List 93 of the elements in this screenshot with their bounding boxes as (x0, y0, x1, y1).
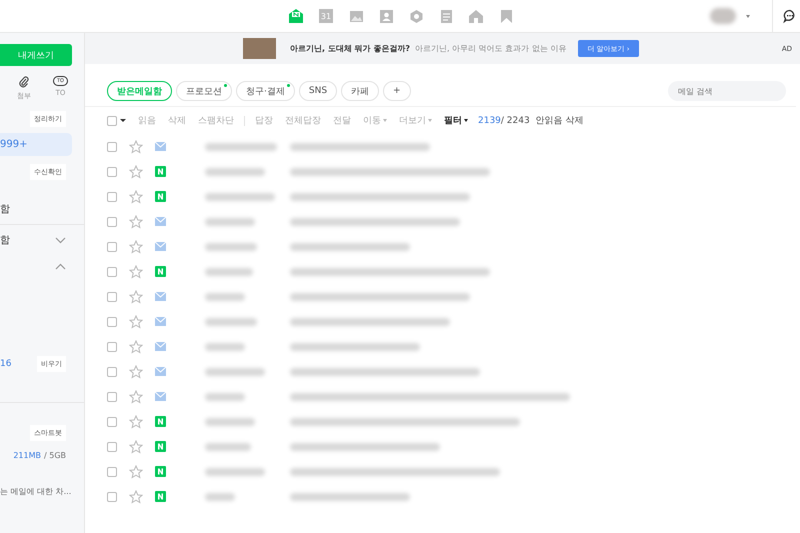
star-icon[interactable] (129, 364, 143, 378)
star-icon[interactable] (129, 214, 143, 228)
star-icon[interactable] (129, 264, 143, 278)
envelope-icon (155, 367, 166, 376)
blurred-sender (205, 268, 253, 276)
photo-app-button[interactable] (348, 8, 364, 24)
row-checkbox[interactable] (107, 492, 117, 502)
select-all-checkbox[interactable] (107, 116, 117, 126)
bookmark-app-button[interactable] (498, 8, 514, 24)
paperclip-icon (18, 76, 30, 88)
blurred-sender (205, 142, 277, 150)
star-icon[interactable] (129, 164, 143, 178)
mailbox-tab[interactable]: + (383, 81, 411, 101)
envelope-icon (155, 217, 166, 226)
folder-item[interactable]: 함 (0, 180, 84, 224)
star-icon[interactable] (129, 464, 143, 478)
row-checkbox[interactable] (107, 392, 117, 402)
star-icon[interactable] (129, 440, 143, 454)
mailbox-tab[interactable]: SNS (298, 81, 338, 101)
home-app-button[interactable] (468, 8, 484, 24)
toolbar-button[interactable]: 필터 (438, 114, 474, 127)
row-checkbox[interactable] (107, 342, 117, 352)
contacts-app-button[interactable] (378, 8, 394, 24)
row-checkbox[interactable] (107, 416, 117, 426)
row-checkbox[interactable] (107, 366, 117, 376)
blurred-sender (205, 292, 245, 300)
blurred-sender (205, 342, 245, 350)
envelope-icon (155, 342, 166, 351)
row-checkbox[interactable] (107, 316, 117, 326)
n-logo-icon (155, 191, 166, 202)
blurred-sender (205, 368, 265, 376)
blurred-sender (205, 318, 257, 326)
row-checkbox[interactable] (107, 242, 117, 252)
storage-used: 211MB (13, 451, 41, 460)
n-logo-icon (155, 266, 166, 277)
unread-count: 2139 (478, 116, 501, 126)
blurred-sender (205, 242, 257, 250)
n-logo-icon (155, 466, 166, 477)
notice-text[interactable]: 는 메일에 대한 차... (0, 486, 84, 497)
row-checkbox[interactable] (107, 192, 117, 202)
chevron-icon[interactable] (55, 236, 66, 244)
hex-app-button[interactable] (408, 8, 424, 24)
star-icon[interactable] (129, 340, 143, 354)
chat-icon[interactable] (772, 0, 797, 32)
n-logo-icon (155, 416, 166, 427)
delete-unread-button[interactable]: 안읽음 삭제 (530, 114, 590, 127)
photo-placeholder (243, 38, 276, 59)
envelope-icon (155, 392, 166, 401)
blurred-sender (205, 218, 255, 226)
mailbox-tab[interactable]: 청구·결제 (236, 81, 295, 101)
blurred-sender (205, 392, 245, 400)
storage-total: / 5GB (44, 451, 66, 460)
blurred-sender (205, 192, 275, 200)
ad-text: 아르기닌, 아무리 먹어도 효과가 없는 이유 (415, 43, 566, 54)
blurred-sender (205, 442, 251, 450)
blurred-sender (205, 492, 235, 500)
star-icon[interactable] (129, 290, 143, 304)
caret-icon[interactable] (120, 119, 126, 122)
total-count: / 2243 (500, 116, 530, 126)
blurred-sender (205, 168, 265, 176)
memo-app-button[interactable] (438, 8, 454, 24)
ad-headline: 아르기닌, 도대체 뭐가 좋은걸까? (290, 43, 410, 54)
star-icon[interactable] (129, 314, 143, 328)
row-checkbox[interactable] (107, 292, 117, 302)
star-icon[interactable] (129, 140, 143, 154)
star-icon[interactable] (129, 490, 143, 504)
row-checkbox[interactable] (107, 466, 117, 476)
avatar[interactable] (710, 8, 736, 24)
chevron-icon[interactable] (55, 263, 66, 270)
n-logo-icon (155, 441, 166, 452)
row-checkbox[interactable] (107, 142, 117, 152)
mail-app-button[interactable] (288, 8, 304, 24)
star-icon[interactable] (129, 190, 143, 204)
row-checkbox[interactable] (107, 216, 117, 226)
blurred-sender (205, 418, 255, 426)
envelope-icon (155, 242, 166, 251)
mailbox-tab[interactable]: 프로모션 (176, 81, 232, 101)
row-checkbox[interactable] (107, 442, 117, 452)
blurred-sender (205, 468, 265, 476)
star-icon[interactable] (129, 414, 143, 428)
trash-count: 16 (0, 359, 12, 369)
n-logo-icon (155, 166, 166, 177)
row-checkbox[interactable] (107, 166, 117, 176)
row-checkbox[interactable] (107, 266, 117, 276)
envelope-icon (155, 292, 166, 301)
folder-item[interactable]: 함 (0, 233, 10, 247)
star-icon[interactable] (129, 240, 143, 254)
n-logo-icon (155, 491, 166, 502)
mailbox-tab[interactable]: 카페 (341, 81, 380, 101)
envelope-icon (155, 142, 166, 151)
star-icon[interactable] (129, 390, 143, 404)
search-field[interactable]: 메일 검색 (668, 81, 786, 101)
envelope-icon (155, 317, 166, 326)
